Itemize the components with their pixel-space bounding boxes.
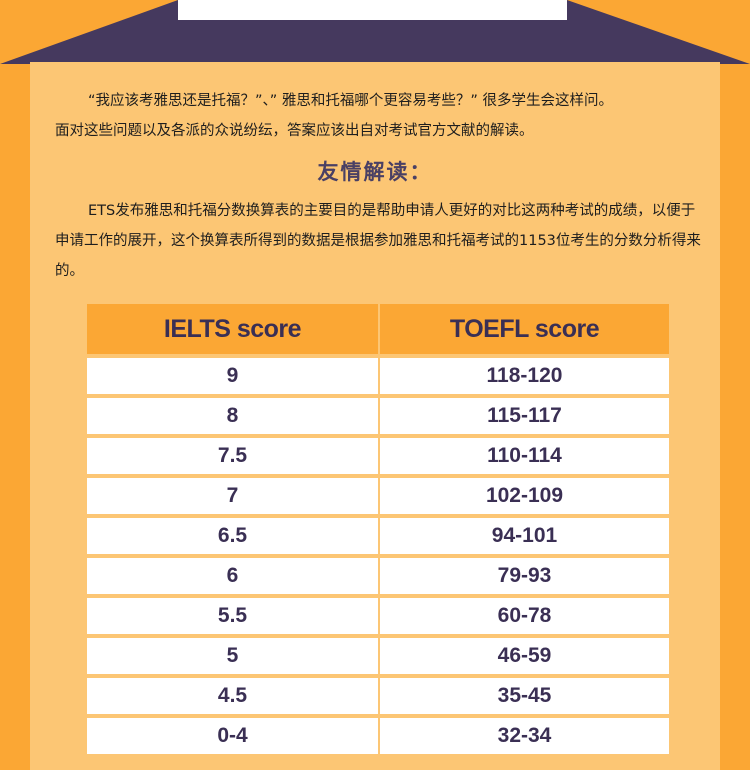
table-row: 5 46-59 <box>87 634 669 676</box>
toefl-cell: 115-117 <box>379 394 669 436</box>
table-header-row: IELTS score TOEFL score <box>87 304 669 356</box>
ielts-cell: 0-4 <box>87 714 380 754</box>
table-row: 7 102-109 <box>87 474 669 516</box>
description-text: ETS发布雅思和托福分数换算表的主要目的是帮助申请人更好的对比这两种考试的成绩，… <box>55 196 705 286</box>
toefl-cell: 60-78 <box>379 594 669 636</box>
ielts-cell: 7 <box>87 474 380 516</box>
score-conversion-table: IELTS score TOEFL score 9 118-120 8 115-11… <box>87 304 669 754</box>
intro-line-2: 面对这些问题以及各派的众说纷纭，答案应该出自对考试官方文献的解读。 <box>55 123 534 139</box>
ielts-cell: 8 <box>87 394 380 436</box>
ielts-cell: 5 <box>87 634 380 676</box>
intro-line-1: “我应该考雅思还是托福？”、” 雅思和托福哪个更容易考些？” 很多学生会这样问。 <box>88 93 614 109</box>
toefl-cell: 102-109 <box>379 474 669 516</box>
table-row: 8 115-117 <box>87 394 669 436</box>
table-row: 5.5 60-78 <box>87 594 669 636</box>
ielts-cell: 6.5 <box>87 514 380 556</box>
toefl-cell: 110-114 <box>379 434 669 476</box>
toefl-cell: 79-93 <box>379 554 669 596</box>
ielts-cell: 6 <box>87 554 380 596</box>
table-row: 0-4 32-34 <box>87 714 669 754</box>
header-ielts: IELTS score <box>87 304 380 356</box>
table-row: 7.5 110-114 <box>87 434 669 476</box>
ielts-cell: 7.5 <box>87 434 380 476</box>
toefl-cell: 118-120 <box>379 354 669 396</box>
section-subtitle: 友情解读： <box>317 160 433 184</box>
intro-text: “我应该考雅思还是托福？”、” 雅思和托福哪个更容易考些？” 很多学生会这样问。… <box>55 86 705 146</box>
table-row: 6 79-93 <box>87 554 669 596</box>
toefl-cell: 35-45 <box>379 674 669 716</box>
ielts-cell: 5.5 <box>87 594 380 636</box>
table-row: 4.5 35-45 <box>87 674 669 716</box>
toefl-cell: 94-101 <box>379 514 669 556</box>
table-row: 6.5 94-101 <box>87 514 669 556</box>
toefl-cell: 46-59 <box>379 634 669 676</box>
ielts-cell: 9 <box>87 354 380 396</box>
roof-window <box>178 0 567 20</box>
table-row: 9 118-120 <box>87 354 669 396</box>
description-paragraph: ETS发布雅思和托福分数换算表的主要目的是帮助申请人更好的对比这两种考试的成绩，… <box>55 203 701 279</box>
header-toefl: TOEFL score <box>379 304 669 356</box>
ielts-cell: 4.5 <box>87 674 380 716</box>
toefl-cell: 32-34 <box>379 714 669 754</box>
